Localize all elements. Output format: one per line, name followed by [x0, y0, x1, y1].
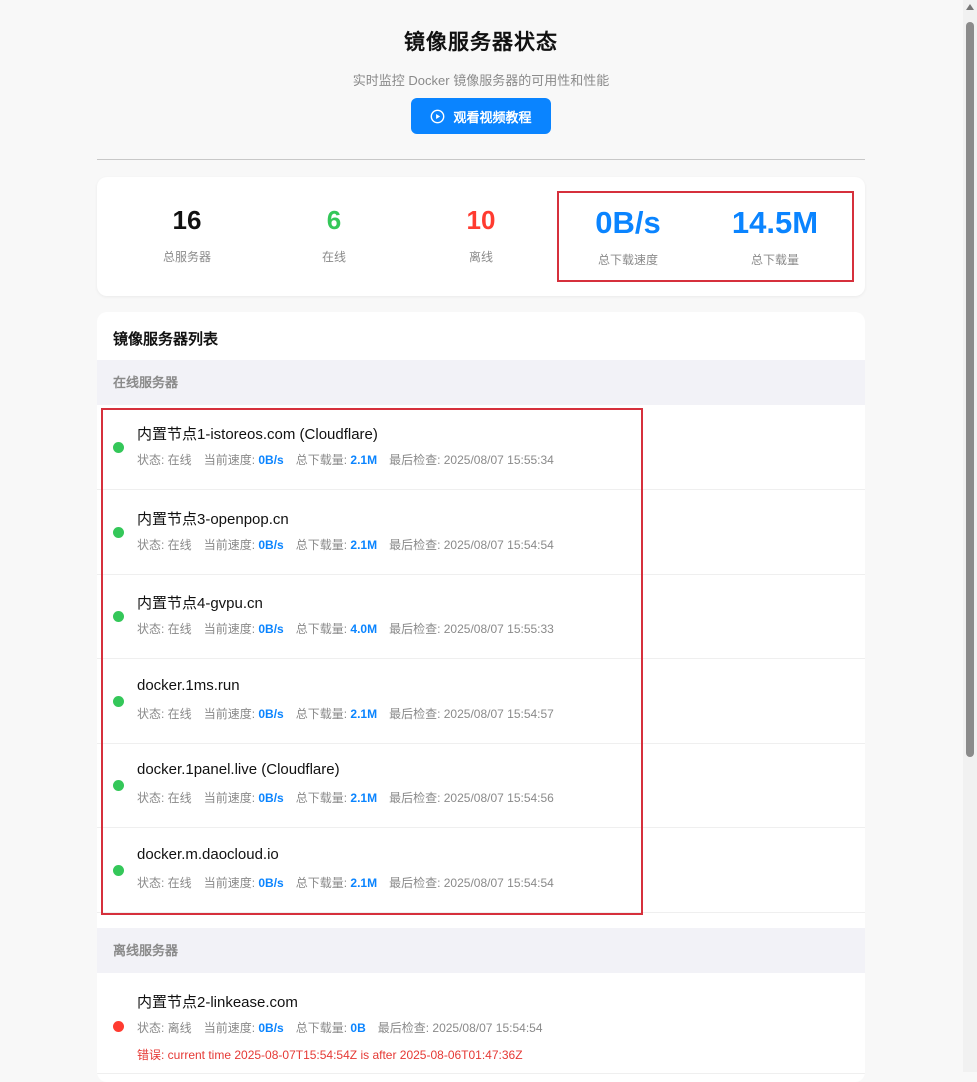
- watch-tutorial-button[interactable]: 观看视频教程: [411, 98, 551, 134]
- online-section-header: 在线服务器: [97, 360, 865, 405]
- scrollbar[interactable]: [963, 0, 977, 1072]
- server-name: 内置节点2-linkease.com: [137, 994, 298, 1011]
- last-check-value: 2025/08/07 15:54:54: [432, 1021, 543, 1035]
- server-error: 错误: current time 2025-08-07T15:54:54Z is…: [137, 1048, 523, 1062]
- server-list-title: 镜像服务器列表: [113, 331, 219, 348]
- status-dot-icon: [113, 1021, 124, 1032]
- last-check-label: 最后检查:: [377, 1021, 433, 1035]
- stat-online: 6 在线: [259, 205, 409, 265]
- speed-label: 当前速度:: [203, 1021, 259, 1035]
- server-row[interactable]: 内置节点2-linkease.com 状态: 离线 当前速度: 0B/s 总下载量: …: [97, 973, 865, 1074]
- speed-value: 0B/s: [258, 1021, 284, 1035]
- online-servers-highlight: [101, 408, 643, 915]
- watch-tutorial-label: 观看视频教程: [453, 109, 532, 125]
- page-subtitle: 实时监控 Docker 镜像服务器的可用性和性能: [352, 73, 610, 88]
- download-label: 总下载量:: [295, 1021, 351, 1035]
- server-meta: 状态: 离线 当前速度: 0B/s 总下载量: 0B 最后检查: 2025/08/07…: [137, 1019, 543, 1036]
- stat-online-label: 在线: [321, 250, 346, 264]
- page-header: 镜像服务器状态 实时监控 Docker 镜像服务器的可用性和性能: [0, 0, 962, 89]
- stat-online-value: 6: [326, 205, 342, 235]
- stat-total-servers: 16 总服务器: [112, 205, 262, 265]
- stat-offline: 10 离线: [406, 205, 556, 265]
- stat-offline-value: 10: [466, 205, 496, 235]
- scroll-up-arrow-icon[interactable]: [966, 4, 974, 10]
- play-circle-icon: [431, 109, 445, 123]
- scroll-thumb[interactable]: [966, 22, 974, 757]
- status-label: 状态:: [137, 1021, 168, 1035]
- download-stats-highlight: [557, 191, 854, 282]
- status-value: 离线: [167, 1021, 192, 1035]
- stat-offline-label: 离线: [468, 250, 493, 264]
- page-title: 镜像服务器状态: [404, 31, 558, 54]
- stat-total-servers-value: 16: [172, 205, 202, 235]
- download-value: 0B: [350, 1021, 366, 1035]
- offline-section-header: 离线服务器: [97, 928, 865, 973]
- header-divider: [97, 159, 865, 160]
- stat-total-servers-label: 总服务器: [162, 250, 211, 264]
